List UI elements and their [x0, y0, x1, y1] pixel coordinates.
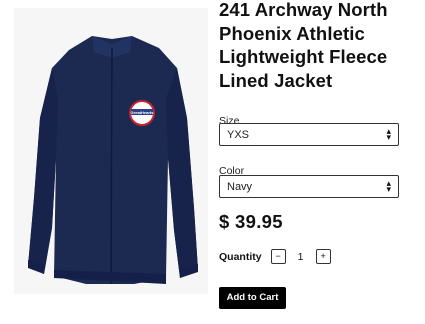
add-to-cart-button[interactable]: Add to Cart — [219, 287, 286, 309]
color-selected-value: Navy — [227, 181, 253, 193]
logo-text: GreatHearts — [131, 110, 155, 115]
color-select[interactable]: Navy ▴ ▾ — [219, 175, 399, 198]
up-down-caret-icon: ▴ ▾ — [386, 126, 391, 142]
product-title: 241 Archway North Phoenix Athletic Light… — [219, 0, 388, 91]
quantity-increase-button[interactable]: + — [315, 249, 331, 264]
size-selected-value: YXS — [227, 129, 250, 141]
product-details: 241 Archway North Phoenix Athletic Light… — [219, 0, 405, 309]
product-price: $ 39.95 — [219, 211, 283, 232]
size-select[interactable]: YXS ▴ ▾ — [219, 123, 399, 146]
up-down-caret-icon: ▴ ▾ — [386, 178, 391, 194]
quantity-label: Quantity — [219, 250, 262, 263]
jacket-illustration: GreatHearts — [28, 36, 198, 285]
quantity-decrease-button[interactable]: − — [270, 249, 286, 264]
product-image: GreatHearts — [14, 8, 208, 294]
quantity-value[interactable]: 1 — [286, 251, 316, 263]
quantity-stepper: Quantity − 1 + — [219, 249, 331, 264]
